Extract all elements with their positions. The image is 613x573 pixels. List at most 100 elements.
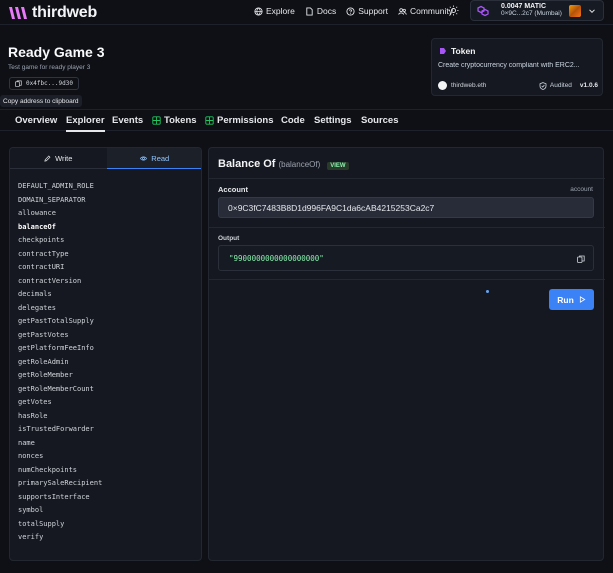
copy-address-button[interactable]: 0x4fbc...9d30	[9, 77, 79, 90]
read-tab-label: Read	[151, 153, 170, 163]
function-name: Balance Of	[218, 158, 276, 170]
function-item-totalsupply[interactable]: totalSupply	[18, 518, 102, 532]
function-item-verify[interactable]: verify	[18, 531, 102, 545]
nav-support-link[interactable]: Support	[346, 6, 388, 16]
chevron-down-icon	[589, 9, 595, 14]
nav-community-label: Community	[409, 6, 453, 16]
run-button[interactable]: Run	[549, 289, 594, 310]
output-box: "9900000000000000000"	[218, 245, 594, 271]
document-icon	[306, 6, 313, 16]
function-list: DEFAULT_ADMIN_ROLE DOMAIN_SEPARATOR allowa…	[18, 180, 102, 545]
function-item-hasrole[interactable]: hasRole	[18, 410, 102, 424]
pencil-icon	[44, 155, 51, 162]
tab-sources[interactable]: Sources	[361, 115, 399, 126]
globe-icon	[254, 6, 263, 16]
function-item-getrolemembercount[interactable]: getRoleMemberCount	[18, 383, 102, 397]
nav-community-link[interactable]: Community	[398, 6, 453, 16]
function-item-supportsinterface[interactable]: supportsInterface	[18, 491, 102, 505]
function-item-domain-separator[interactable]: DOMAIN_SEPARATOR	[18, 194, 102, 208]
play-icon	[579, 296, 586, 303]
account-param-label: Account	[218, 185, 248, 194]
view-badge: VIEW	[327, 162, 349, 170]
function-item-default-admin-role[interactable]: DEFAULT_ADMIN_ROLE	[18, 180, 102, 194]
functions-panel: Write Read DEFAULT_ADMIN_ROLE DOMAIN_SEPA…	[9, 147, 202, 561]
eye-icon	[140, 156, 148, 160]
nav-explore-label: Explore	[266, 6, 295, 16]
contract-type-card[interactable]: Token Create cryptocurrency compliant wi…	[431, 38, 603, 96]
nav-support-label: Support	[358, 6, 388, 16]
tab-settings[interactable]: Settings	[314, 115, 351, 126]
token-card-title-text: Token	[451, 46, 476, 56]
help-circle-icon	[346, 6, 355, 16]
write-read-toggle: Write Read	[10, 148, 201, 169]
function-item-numcheckpoints[interactable]: numCheckpoints	[18, 464, 102, 478]
sun-icon[interactable]	[448, 5, 459, 16]
tab-overview-label: Overview	[15, 115, 58, 126]
nav-docs-link[interactable]: Docs	[305, 6, 336, 16]
wallet-button[interactable]: 0.0047 MATIC 0×9C...2c7 (Mumbai)	[470, 0, 604, 21]
tab-settings-label: Settings	[314, 115, 352, 126]
nav-docs-label: Docs	[316, 6, 337, 16]
publisher-avatar	[438, 81, 447, 90]
function-item-getrolemember[interactable]: getRoleMember	[18, 369, 102, 383]
function-item-contracturi[interactable]: contractURI	[18, 261, 102, 275]
function-item-istrustedforwarder[interactable]: isTrustedForwarder	[18, 423, 102, 437]
nav-links: Explore Docs Support Community	[254, 6, 453, 16]
publisher-name[interactable]: thirdweb.eth	[451, 82, 486, 89]
function-item-getpasttotalsupply[interactable]: getPastTotalSupply	[18, 315, 102, 329]
tab-tokens-label: Tokens	[164, 115, 197, 126]
header-divider	[209, 178, 605, 179]
function-item-getplatformfeeinfo[interactable]: getPlatformFeeInfo	[18, 342, 102, 356]
copy-icon	[15, 80, 22, 87]
contract-description: Test game for ready player 3	[8, 64, 91, 71]
contract-version: v1.0.6	[579, 82, 598, 89]
function-item-primarysalerecipient[interactable]: primarySaleRecipient	[18, 477, 102, 491]
extension-icon	[205, 116, 214, 125]
tab-code-label: Code	[281, 115, 305, 126]
function-item-contracttype[interactable]: contractType	[18, 248, 102, 262]
tab-code[interactable]: Code	[281, 115, 305, 126]
tab-sources-label: Sources	[361, 115, 399, 126]
function-item-getpastvotes[interactable]: getPastVotes	[18, 329, 102, 343]
account-input[interactable]: 0×9C3fC7483B8D1d996FA9C1da6cAB4215253Ca2…	[218, 197, 594, 218]
wallet-address: 0×9C...2c7 (Mumbai)	[501, 9, 562, 17]
tab-permissions-label: Permissions	[217, 115, 274, 126]
audited-label: Audited	[549, 82, 572, 89]
function-item-nonces[interactable]: nonces	[18, 450, 102, 464]
output-divider	[209, 279, 605, 280]
thirdweb-logo[interactable]: thirdweb	[8, 4, 97, 22]
tab-overview[interactable]: Overview	[15, 115, 57, 126]
function-item-checkpoints[interactable]: checkpoints	[18, 234, 102, 248]
top-nav: thirdweb Explore Docs Support Community …	[0, 0, 613, 25]
contract-address: 0x4fbc...9d30	[26, 80, 73, 87]
page-title: Ready Game 3	[8, 44, 105, 60]
function-item-symbol[interactable]: symbol	[18, 504, 102, 518]
brand-name: thirdweb	[32, 4, 98, 21]
users-icon	[398, 7, 407, 15]
contract-tabs: Overview Explorer Events Tokens Permissi…	[0, 109, 613, 132]
function-item-delegates[interactable]: delegates	[18, 302, 102, 316]
tab-events[interactable]: Events	[112, 115, 143, 126]
function-signature: (balanceOf)	[278, 160, 321, 169]
read-tab[interactable]: Read	[106, 148, 201, 169]
tab-explorer[interactable]: Explorer	[66, 115, 105, 132]
function-item-getvotes[interactable]: getVotes	[18, 396, 102, 410]
output-value: "9900000000000000000"	[229, 253, 324, 263]
tab-tokens[interactable]: Tokens	[152, 115, 197, 126]
copy-icon[interactable]	[577, 255, 585, 263]
function-item-contractversion[interactable]: contractVersion	[18, 275, 102, 289]
function-item-getroleadmin[interactable]: getRoleAdmin	[18, 356, 102, 370]
function-item-balanceof[interactable]: balanceOf	[18, 221, 102, 235]
param-divider	[209, 227, 605, 228]
function-item-decimals[interactable]: decimals	[18, 288, 102, 302]
extension-icon	[152, 116, 161, 125]
audited-badge: Audited	[539, 81, 572, 90]
tab-permissions[interactable]: Permissions	[205, 115, 274, 126]
write-tab[interactable]: Write	[10, 148, 107, 169]
function-item-name[interactable]: name	[18, 437, 102, 451]
function-item-allowance[interactable]: allowance	[18, 207, 102, 221]
wallet-info: 0.0047 MATIC 0×9C...2c7 (Mumbai)	[501, 3, 562, 17]
nav-explore-link[interactable]: Explore	[254, 6, 295, 16]
polygon-icon	[477, 5, 489, 16]
token-card-footer: thirdweb.eth Audited v1.0.6	[438, 81, 598, 90]
